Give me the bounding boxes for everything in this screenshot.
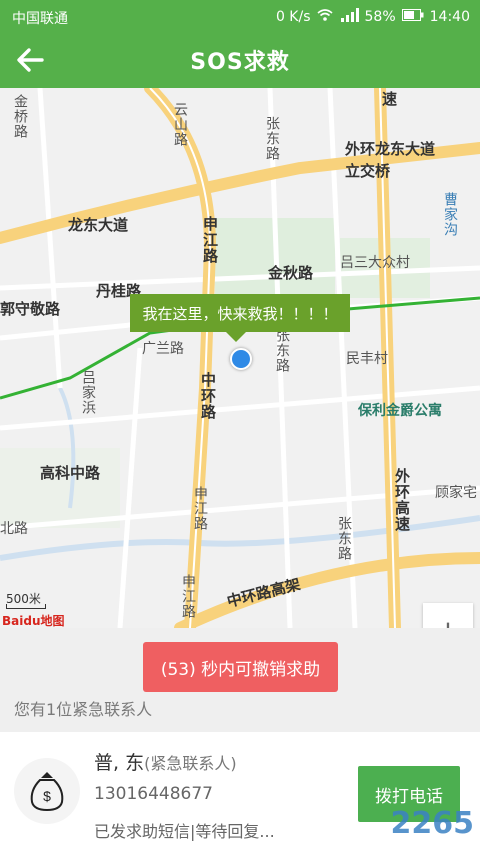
contacts-hint: 您有1位紧急联系人 bbox=[14, 700, 153, 719]
contact-name-text: 普, 东 bbox=[94, 752, 145, 774]
map-label: 速 bbox=[382, 90, 398, 108]
carrier-label: 中国联通 bbox=[12, 11, 68, 27]
zoom-controls: + − bbox=[423, 603, 473, 628]
battery-label: 58% bbox=[364, 9, 396, 25]
map-label: 高科中路 bbox=[40, 464, 101, 482]
map-label: 顾家宅 bbox=[435, 485, 477, 501]
map-label: 吕三大众村 bbox=[340, 255, 410, 271]
wifi-icon bbox=[316, 8, 333, 26]
map-label: 金秋路 bbox=[268, 264, 314, 282]
map-label: 云山路 bbox=[172, 102, 188, 147]
svg-text:$: $ bbox=[43, 788, 51, 804]
map-label: 张东路 bbox=[336, 516, 352, 561]
avatar: $ bbox=[14, 758, 80, 824]
map-label: 郭守敬路 bbox=[0, 300, 61, 318]
contact-phone: 13016448677 bbox=[94, 784, 213, 804]
map-view[interactable]: 金桥路 云山路 张东路 外环龙东大道立交桥 速 龙东大道 申江路 金秋路 吕三大… bbox=[0, 88, 480, 628]
contact-name: 普, 东(紧急联系人) bbox=[94, 748, 237, 775]
zoom-in-button[interactable]: + bbox=[423, 603, 473, 629]
map-label: 申江路 bbox=[192, 486, 208, 531]
map-label: 龙东大道 bbox=[68, 216, 129, 234]
map-label: 民丰村 bbox=[346, 351, 388, 367]
map-label: 张东路 bbox=[264, 116, 280, 161]
map-label: 外环龙东大道立交桥 bbox=[345, 140, 436, 180]
baidu-map-logo: Baidu地图 bbox=[2, 614, 65, 628]
map-label: 广兰路 bbox=[142, 341, 184, 357]
cancel-sos-button[interactable]: (53) 秒内可撤销求助 bbox=[143, 642, 338, 692]
contact-status: 已发求助短信|等待回复... bbox=[94, 822, 275, 841]
map-label: 北路 bbox=[0, 521, 28, 537]
map-label: 张东路 bbox=[274, 328, 290, 373]
time-label: 14:40 bbox=[429, 9, 470, 25]
page-title: SOS求救 bbox=[190, 50, 290, 75]
map-label: 申江路 bbox=[180, 574, 196, 619]
signal-icon bbox=[339, 8, 359, 26]
money-bag-icon: $ bbox=[30, 772, 64, 812]
watermark-logo: 2265 bbox=[390, 806, 475, 841]
contact-tag: (紧急联系人) bbox=[144, 754, 237, 773]
location-bubble: 我在这里，快来救我！！！！ bbox=[130, 294, 350, 342]
app-bar: SOS求救 bbox=[0, 32, 480, 88]
map-label: 外环高速 bbox=[393, 468, 411, 532]
map-scale-bar bbox=[6, 604, 46, 609]
network-speed: 0 K/s bbox=[275, 9, 311, 25]
current-location-marker bbox=[230, 348, 252, 370]
status-bar: 中国联通 0 K/s 58% 14:40 bbox=[0, 0, 480, 32]
map-label: 金桥路 bbox=[12, 94, 28, 139]
map-label: 申江路 bbox=[201, 216, 219, 264]
map-label: 保利金爵公寓 bbox=[358, 403, 442, 419]
map-label: 曹家沟 bbox=[442, 192, 458, 237]
map-label: 中环路 bbox=[199, 372, 217, 420]
map-label: 吕家浜 bbox=[80, 370, 96, 415]
battery-icon bbox=[401, 9, 424, 25]
